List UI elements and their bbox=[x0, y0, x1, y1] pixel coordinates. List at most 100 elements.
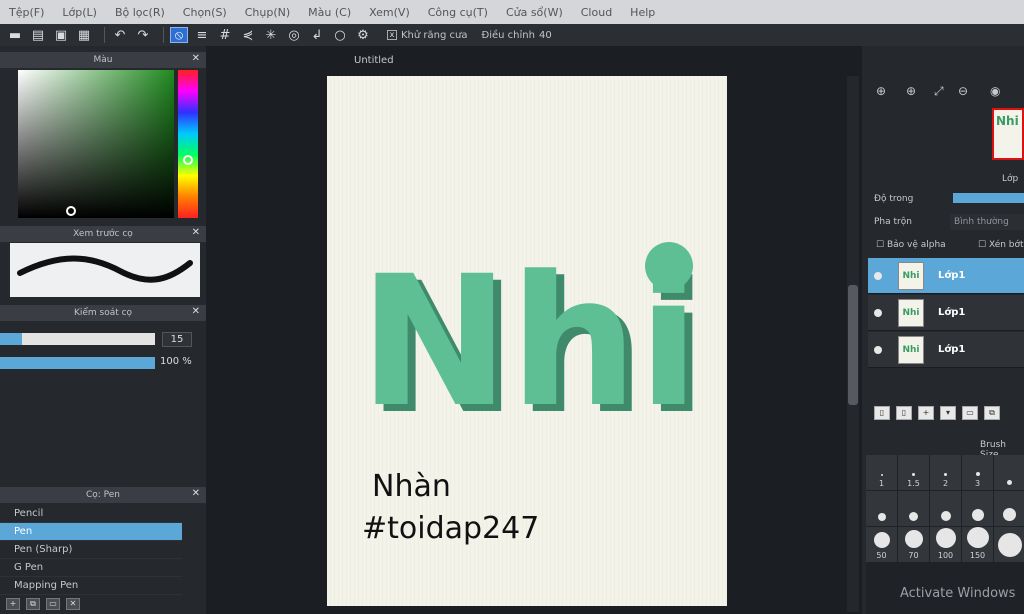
layer-opacity-slider[interactable] bbox=[953, 193, 1024, 203]
canvas-paper[interactable]: Nhi Nhi Nhàn #toidap247 bbox=[327, 76, 727, 606]
close-icon[interactable]: ✕ bbox=[192, 488, 200, 499]
ellipse-snap-icon[interactable]: ○ bbox=[331, 27, 349, 43]
brush-size-preset[interactable] bbox=[866, 491, 897, 526]
brush-size-preset[interactable]: 70 bbox=[898, 527, 929, 562]
brush-size-preset[interactable]: 100 bbox=[930, 527, 961, 562]
brush-size-preset[interactable]: 3 bbox=[962, 455, 993, 490]
settings-icon[interactable]: ⚙ bbox=[354, 27, 372, 43]
brush-size-preset[interactable] bbox=[930, 491, 961, 526]
brush-item-pen-sharp[interactable]: Pen (Sharp) bbox=[0, 541, 182, 559]
grid-icon[interactable]: ▦ bbox=[75, 27, 93, 43]
antialias-checkbox[interactable]: x bbox=[387, 30, 397, 40]
close-icon[interactable]: ✕ bbox=[192, 227, 200, 238]
menu-tools[interactable]: Công cụ(T) bbox=[419, 6, 497, 19]
brush-size-preset[interactable] bbox=[994, 455, 1024, 490]
color-panel-title: Màu bbox=[93, 55, 113, 65]
brush-size-preset[interactable]: 2 bbox=[930, 455, 961, 490]
brush-item-pen[interactable]: Pen bbox=[0, 523, 182, 541]
brush-size-slider[interactable] bbox=[0, 333, 155, 345]
layer-name: Lớp1 bbox=[938, 270, 966, 281]
circle-snap-icon[interactable]: ◎ bbox=[285, 27, 303, 43]
new-layer-alt-icon[interactable]: ▯ bbox=[896, 406, 912, 420]
brush-size-preset[interactable] bbox=[962, 491, 993, 526]
brush-item-g-pen[interactable]: G Pen bbox=[0, 559, 182, 577]
adjust-value[interactable]: 40 bbox=[539, 30, 552, 41]
brush-size-preset[interactable]: 50 bbox=[866, 527, 897, 562]
save-icon[interactable]: ▣ bbox=[52, 27, 70, 43]
brush-item-pencil[interactable]: Pencil bbox=[0, 505, 182, 523]
layer-name: Lớp1 bbox=[938, 344, 966, 355]
eye-icon[interactable] bbox=[874, 308, 882, 317]
hue-slider[interactable] bbox=[178, 70, 198, 218]
document-icon[interactable]: ▤ bbox=[29, 27, 47, 43]
crosshatch-snap-icon[interactable]: # bbox=[216, 27, 234, 43]
clip-checkbox[interactable]: ☐ Xén bớt bbox=[978, 240, 1024, 250]
close-icon[interactable]: ✕ bbox=[192, 306, 200, 317]
menu-help[interactable]: Help bbox=[621, 6, 664, 19]
layer-row[interactable]: Nhi Lớp1 bbox=[868, 258, 1024, 294]
undo-icon[interactable]: ↶ bbox=[111, 27, 129, 43]
fit-icon[interactable]: ⤢ bbox=[934, 84, 944, 99]
hue-handle[interactable] bbox=[183, 155, 193, 165]
brush-size-preset[interactable] bbox=[994, 491, 1024, 526]
folder-icon[interactable]: ▭ bbox=[962, 406, 978, 420]
brush-size-preset[interactable]: 1 bbox=[866, 455, 897, 490]
zoom-out-icon[interactable]: ⊖ bbox=[958, 84, 968, 98]
parallel-snap-icon[interactable]: ≡ bbox=[193, 27, 211, 43]
folder-icon[interactable]: ▭ bbox=[46, 598, 60, 610]
brush-size-preset[interactable]: 150 bbox=[962, 527, 993, 562]
zoom-in-alt-icon[interactable]: ⊕ bbox=[906, 84, 916, 98]
brush-size-preset[interactable]: 1.5 bbox=[898, 455, 929, 490]
brush-opacity-slider[interactable] bbox=[0, 357, 155, 369]
menu-view[interactable]: Xem(V) bbox=[360, 6, 419, 19]
blend-mode-select[interactable]: Bình thường bbox=[950, 214, 1024, 230]
menu-snap[interactable]: Chụp(N) bbox=[236, 6, 299, 19]
opacity-label: Độ trong bbox=[874, 194, 914, 204]
navigator-thumb-text: Nhi bbox=[996, 114, 1019, 128]
new-layer-icon[interactable]: ▯ bbox=[874, 406, 890, 420]
copy-brush-icon[interactable]: ⧉ bbox=[26, 598, 40, 610]
menu-select[interactable]: Chọn(S) bbox=[174, 6, 236, 19]
menu-cloud[interactable]: Cloud bbox=[572, 6, 621, 19]
layer-menu-icon[interactable]: ▾ bbox=[940, 406, 956, 420]
brush-size-dot bbox=[971, 509, 984, 521]
drawing: Nhi Nhi Nhàn #toidap247 bbox=[359, 238, 708, 546]
color-picker-square[interactable] bbox=[18, 70, 174, 218]
brush-size-dot bbox=[975, 472, 980, 476]
brush-size-preset[interactable] bbox=[994, 527, 1024, 562]
brush-size-dot bbox=[997, 533, 1022, 557]
vanish-snap-icon[interactable]: ⋞ bbox=[239, 27, 257, 43]
redo-icon[interactable]: ↷ bbox=[134, 27, 152, 43]
color-picker-handle[interactable] bbox=[66, 206, 76, 216]
delete-icon[interactable]: ✕ bbox=[66, 598, 80, 610]
duplicate-icon[interactable]: ⧉ bbox=[984, 406, 1000, 420]
menu-filter[interactable]: Bộ lọc(R) bbox=[106, 6, 174, 19]
close-icon[interactable]: ✕ bbox=[192, 53, 200, 64]
brush-size-value[interactable]: 15 bbox=[162, 332, 192, 347]
menu-window[interactable]: Cửa sổ(W) bbox=[497, 6, 572, 19]
adjust-label: Điều chỉnh bbox=[481, 29, 535, 41]
navigator-thumbnail[interactable]: Nhi bbox=[992, 108, 1024, 160]
protect-alpha-checkbox[interactable]: ☐ Bảo vệ alpha bbox=[876, 240, 946, 250]
brush-size-preset[interactable] bbox=[898, 491, 929, 526]
eye-icon[interactable] bbox=[874, 271, 882, 280]
menu-file[interactable]: Tệp(F) bbox=[0, 6, 53, 19]
activation-watermark: Activate Windows bbox=[900, 586, 1016, 601]
comment-icon[interactable]: ▬ bbox=[6, 27, 24, 43]
new-layer-add-icon[interactable]: + bbox=[918, 406, 934, 420]
curve-snap-icon[interactable]: ↲ bbox=[308, 27, 326, 43]
zoom-in-icon[interactable]: ⊕ bbox=[876, 84, 886, 98]
radial-snap-icon[interactable]: ✳ bbox=[262, 27, 280, 43]
eye-icon[interactable] bbox=[874, 345, 882, 354]
scrollbar-thumb[interactable] bbox=[848, 285, 858, 405]
no-snap-icon[interactable]: ⦸ bbox=[170, 27, 188, 43]
menu-color[interactable]: Màu (C) bbox=[299, 6, 360, 19]
add-brush-icon[interactable]: + bbox=[6, 598, 20, 610]
color-panel-header: Màu ✕ bbox=[0, 52, 206, 68]
menu-layer[interactable]: Lớp(L) bbox=[53, 6, 106, 19]
layer-row[interactable]: Nhi Lớp1 bbox=[868, 295, 1024, 331]
brush-item-mapping-pen[interactable]: Mapping Pen bbox=[0, 577, 182, 595]
brush-list-header: Cọ: Pen ✕ bbox=[0, 487, 206, 503]
layer-row[interactable]: Nhi Lớp1 bbox=[868, 332, 1024, 368]
rotate-icon[interactable]: ◉ bbox=[990, 84, 1000, 98]
